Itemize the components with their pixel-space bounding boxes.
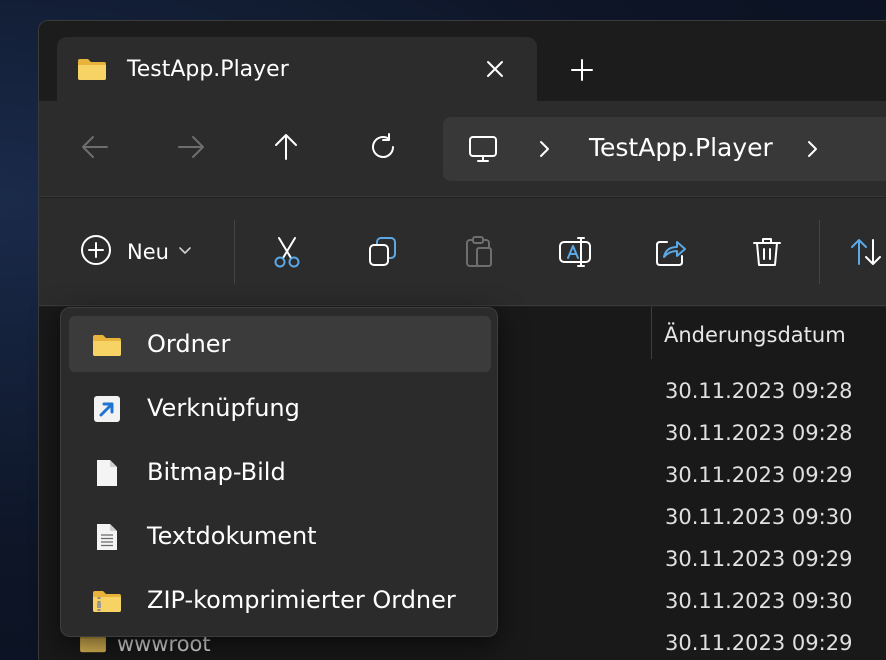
cut-icon[interactable] bbox=[269, 234, 305, 270]
navigation-bar: TestApp.Player bbox=[39, 101, 886, 197]
new-button[interactable]: Neu bbox=[79, 234, 193, 270]
rename-icon[interactable] bbox=[557, 234, 593, 270]
modified-date-cell: 30.11.2023 09:29 bbox=[665, 463, 853, 487]
folder-icon bbox=[77, 57, 107, 85]
tab-testapp-player[interactable]: TestApp.Player bbox=[57, 37, 537, 101]
forward-arrow-icon[interactable] bbox=[175, 131, 207, 163]
modified-date-cell: 30.11.2023 09:30 bbox=[665, 589, 853, 613]
new-tab-icon[interactable] bbox=[569, 57, 595, 83]
toolbar-divider bbox=[819, 220, 820, 284]
tab-strip: TestApp.Player bbox=[39, 21, 886, 101]
paste-icon[interactable] bbox=[461, 234, 497, 270]
breadcrumb-testapp-player[interactable]: TestApp.Player bbox=[589, 133, 773, 162]
back-arrow-icon[interactable] bbox=[79, 131, 111, 163]
zip-folder-icon bbox=[91, 585, 123, 617]
menu-item-label: Verknüpfung bbox=[147, 394, 300, 422]
menu-item-label: Ordner bbox=[147, 330, 231, 358]
plus-circle-icon bbox=[79, 233, 113, 271]
menu-item-label: Bitmap-Bild bbox=[147, 458, 286, 486]
text-file-icon bbox=[91, 521, 123, 553]
tab-title: TestApp.Player bbox=[127, 57, 289, 82]
up-arrow-icon[interactable] bbox=[270, 131, 302, 163]
menu-item-label: ZIP-komprimierter Ordner bbox=[147, 586, 456, 614]
refresh-icon[interactable] bbox=[367, 131, 399, 163]
modified-date-cell: 30.11.2023 09:29 bbox=[665, 631, 853, 655]
modified-date-cell: 30.11.2023 09:28 bbox=[665, 379, 853, 403]
new-button-label: Neu bbox=[127, 240, 169, 264]
menu-item-text-document[interactable]: Textdokument bbox=[69, 508, 491, 564]
address-bar[interactable]: TestApp.Player bbox=[443, 117, 886, 181]
column-header-modified[interactable]: Änderungsdatum bbox=[651, 307, 846, 359]
sort-icon[interactable] bbox=[849, 234, 885, 270]
chevron-right-icon[interactable] bbox=[803, 137, 823, 165]
close-tab-icon[interactable] bbox=[481, 55, 509, 83]
chevron-right-icon[interactable] bbox=[535, 137, 555, 165]
folder-icon bbox=[91, 329, 123, 361]
menu-item-zip-folder[interactable]: ZIP-komprimierter Ordner bbox=[69, 572, 491, 628]
menu-item-label: Textdokument bbox=[147, 522, 317, 550]
modified-date-cell: 30.11.2023 09:28 bbox=[665, 421, 853, 445]
blank-file-icon bbox=[91, 457, 123, 489]
chevron-down-icon bbox=[177, 242, 193, 262]
copy-icon[interactable] bbox=[365, 234, 401, 270]
modified-date-column: 30.11.2023 09:28 30.11.2023 09:28 30.11.… bbox=[665, 379, 852, 660]
new-item-menu: Ordner Verknüpfung Bitmap-Bild Textdokum… bbox=[60, 307, 498, 637]
share-icon[interactable] bbox=[653, 234, 689, 270]
toolbar-divider bbox=[234, 220, 235, 284]
menu-item-folder[interactable]: Ordner bbox=[69, 316, 491, 372]
modified-date-cell: 30.11.2023 09:29 bbox=[665, 547, 853, 571]
delete-icon[interactable] bbox=[749, 234, 785, 270]
shortcut-icon bbox=[91, 393, 123, 425]
this-pc-icon bbox=[467, 133, 499, 169]
menu-item-shortcut[interactable]: Verknüpfung bbox=[69, 380, 491, 436]
modified-date-cell: 30.11.2023 09:30 bbox=[665, 505, 853, 529]
command-bar: Neu bbox=[39, 198, 886, 306]
menu-item-bitmap[interactable]: Bitmap-Bild bbox=[69, 444, 491, 500]
